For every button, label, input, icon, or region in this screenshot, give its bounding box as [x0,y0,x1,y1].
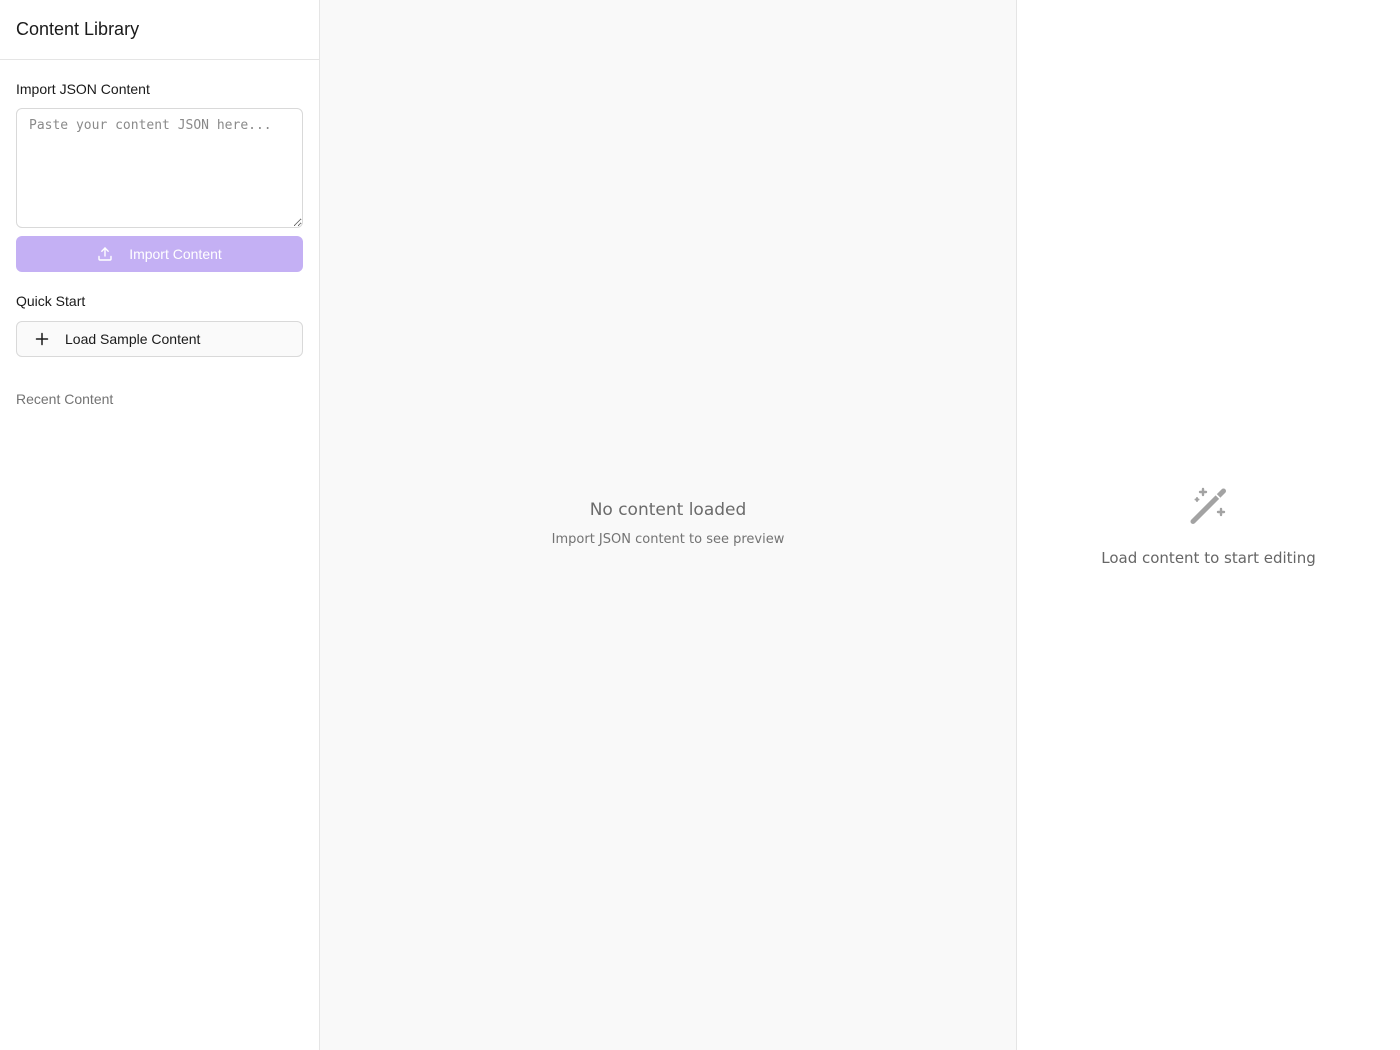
preview-empty-subtitle: Import JSON content to see preview [551,532,785,547]
sidebar-title: Content Library [16,19,140,39]
preview-empty-state: No content loaded Import JSON content to… [320,499,1016,549]
load-sample-content-label: Load Sample Content [65,331,201,347]
sidebar: Content Library Import JSON Content Impo… [0,0,320,1050]
import-json-label: Import JSON Content [16,81,150,97]
upload-icon [97,246,113,262]
recent-content-label: Recent Content [16,391,114,407]
sidebar-header: Content Library [0,0,319,60]
json-input[interactable] [16,108,303,228]
editor-empty-text: Load content to start editing [1101,549,1316,567]
preview-pane: No content loaded Import JSON content to… [320,0,1017,1050]
load-sample-content-button[interactable]: Load Sample Content [16,321,303,357]
import-content-button-label: Import Content [129,246,222,262]
preview-empty-title: No content loaded [589,500,747,520]
editor-empty-state: Load content to start editing [1017,481,1400,568]
sidebar-body: Import JSON Content Import Content Quick… [0,81,319,407]
magic-wand-icon [1185,481,1233,529]
quick-start-label: Quick Start [16,293,86,309]
editor-pane: Load content to start editing [1017,0,1400,1050]
plus-icon [34,331,50,347]
app-root: Content Library Import JSON Content Impo… [0,0,1400,1050]
import-content-button[interactable]: Import Content [16,236,303,272]
